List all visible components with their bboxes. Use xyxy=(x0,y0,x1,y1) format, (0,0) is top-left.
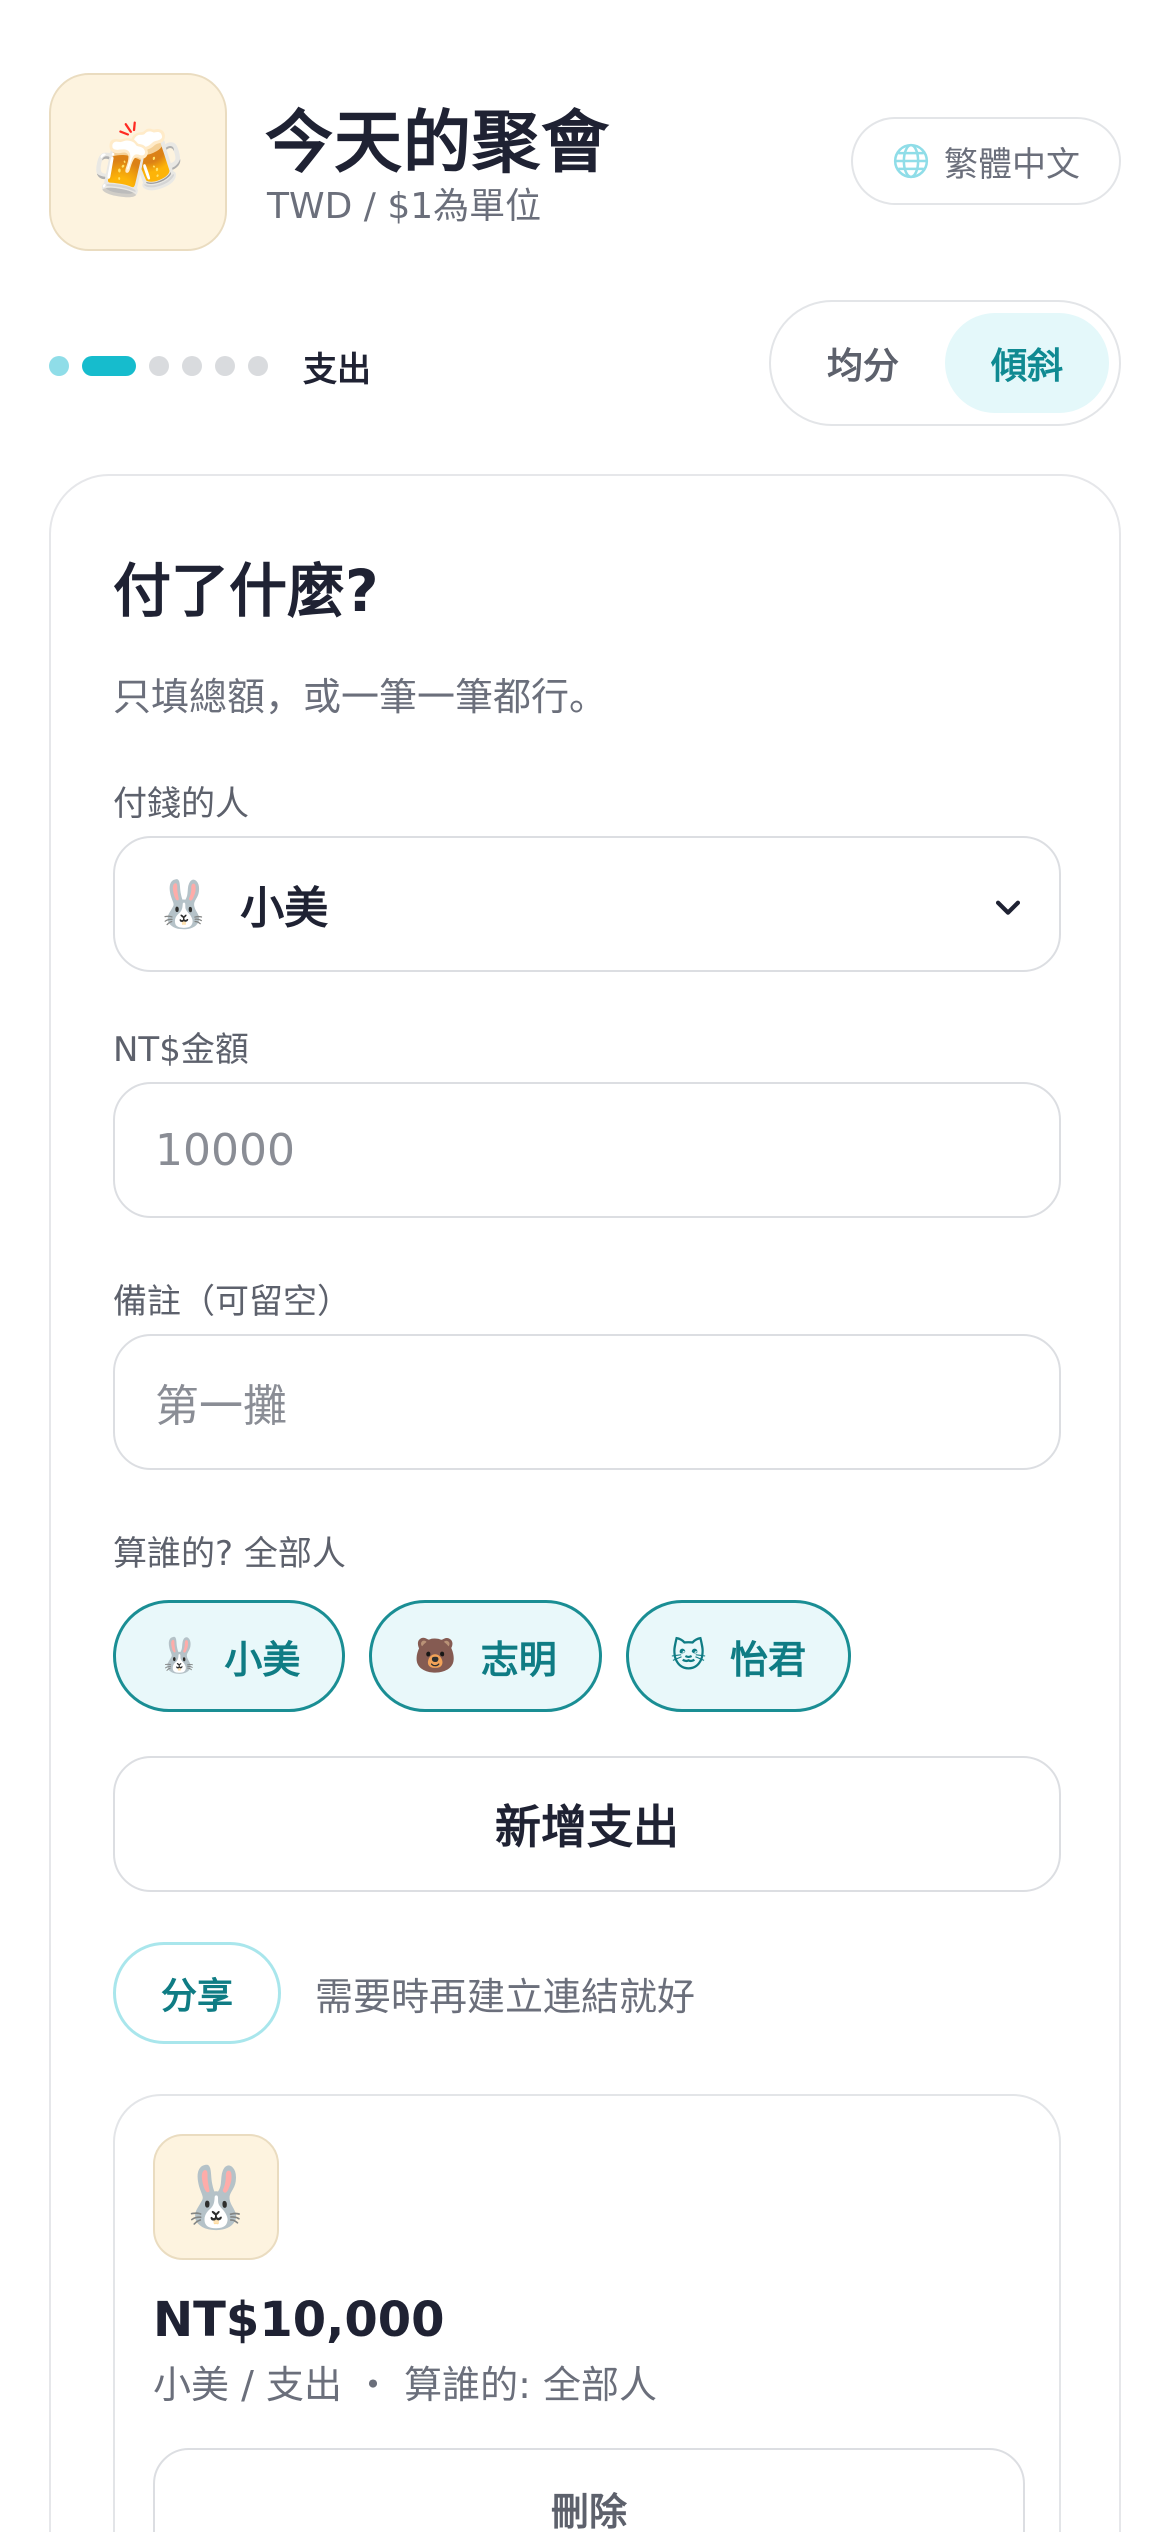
participant-name: 小美 xyxy=(224,1637,301,1682)
step-progress: 支出 xyxy=(49,346,371,390)
for-whom-label: 算誰的? 全部人 xyxy=(113,1534,346,1574)
share-button[interactable]: 分享 xyxy=(113,1942,281,2044)
step-dot-3 xyxy=(149,356,169,376)
expense-item: 🐰 NT$10,000 小美 / 支出 ・ 算誰的: 全部人 刪除 xyxy=(113,2094,1061,2532)
bear-icon: 🐻 xyxy=(414,1636,457,1676)
participant-chip-zhiming[interactable]: 🐻 志明 xyxy=(369,1600,602,1712)
step-dot-5 xyxy=(215,356,235,376)
header: 🍻 今天的聚會 TWD / $1為單位 繁體中文 xyxy=(49,73,1121,253)
participant-chip-yijun[interactable]: 🐱 怡君 xyxy=(625,1600,852,1712)
participant-name: 怡君 xyxy=(730,1637,807,1682)
expense-amount: NT$10,000 xyxy=(153,2292,445,2348)
share-hint: 需要時再建立連結就好 xyxy=(315,1974,696,2019)
split-mode-toggle: 均分 傾斜 xyxy=(769,300,1121,426)
step-dot-6 xyxy=(248,356,268,376)
rabbit-icon: 🐰 xyxy=(153,2134,279,2260)
currency-subtitle: TWD / $1為單位 xyxy=(267,186,542,227)
participant-chip-xiaomei[interactable]: 🐰 小美 xyxy=(113,1600,346,1712)
page-title: 今天的聚會 xyxy=(265,104,611,183)
participant-name: 志明 xyxy=(480,1637,557,1682)
globe-icon xyxy=(893,143,929,179)
payer-select[interactable]: 🐰 小美 xyxy=(113,836,1061,972)
language-button[interactable]: 繁體中文 xyxy=(851,117,1121,205)
step-dot-2-current xyxy=(82,356,136,376)
chevron-down-icon xyxy=(995,900,1021,915)
rabbit-icon: 🐰 xyxy=(155,876,213,931)
form-hint: 只填總額，或一筆一筆都行。 xyxy=(113,675,608,719)
beer-mugs-icon: 🍻 xyxy=(49,73,227,251)
delete-button[interactable]: 刪除 xyxy=(153,2448,1025,2532)
step-label: 支出 xyxy=(303,349,371,390)
form-heading: 付了什麼? xyxy=(113,557,379,625)
step-dot-1 xyxy=(49,356,69,376)
cat-icon: 🐱 xyxy=(670,1636,707,1676)
amount-label: NT$金額 xyxy=(113,1030,249,1070)
amount-placeholder: 10000 xyxy=(155,1124,295,1176)
amount-input[interactable]: 10000 xyxy=(113,1082,1061,1218)
add-expense-button[interactable]: 新增支出 xyxy=(113,1756,1061,1892)
step-dot-4 xyxy=(182,356,202,376)
note-placeholder: 第一攤 xyxy=(155,1381,287,1432)
participant-chips: 🐰 小美 🐻 志明 🐱 怡君 xyxy=(113,1600,852,1712)
payer-value: 小美 xyxy=(240,883,329,934)
expense-meta: 小美 / 支出 ・ 算誰的: 全部人 xyxy=(153,2363,658,2407)
payer-label: 付錢的人 xyxy=(113,784,249,824)
note-label: 備註（可留空） xyxy=(113,1282,351,1322)
expense-form-card: 付了什麼? 只填總額，或一筆一筆都行。 付錢的人 🐰 小美 NT$金額 1000… xyxy=(49,474,1121,2532)
split-mode-weighted[interactable]: 傾斜 xyxy=(945,313,1109,413)
split-mode-equal[interactable]: 均分 xyxy=(781,313,945,413)
rabbit-icon: 🐰 xyxy=(158,1636,201,1676)
note-input[interactable]: 第一攤 xyxy=(113,1334,1061,1470)
share-row: 分享 需要時再建立連結就好 xyxy=(113,1942,695,2044)
language-label: 繁體中文 xyxy=(944,144,1080,185)
